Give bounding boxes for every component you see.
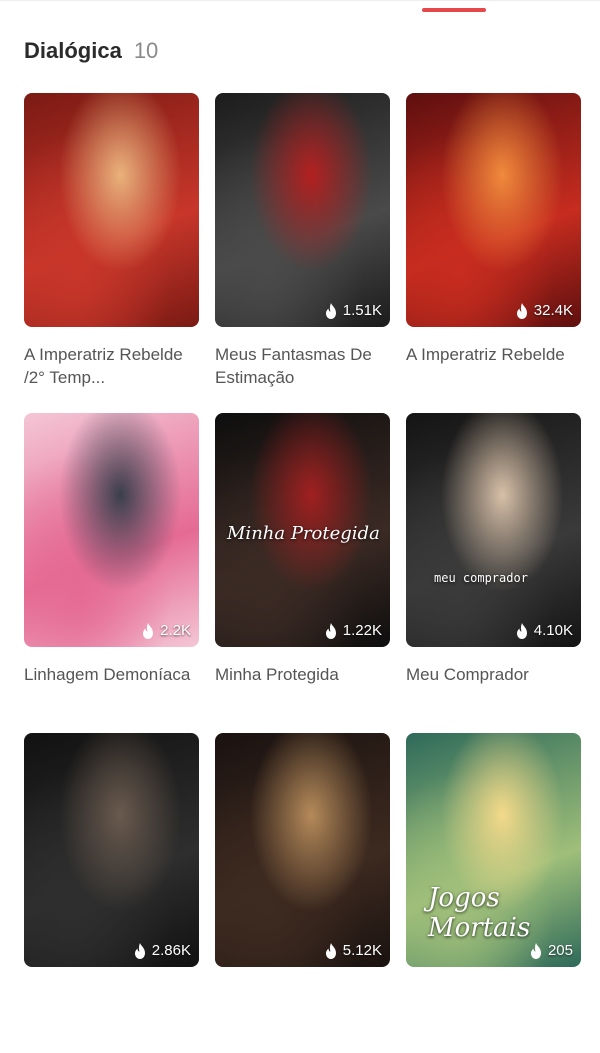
book-title[interactable]: Meu Comprador xyxy=(406,663,581,686)
book-cover[interactable]: 2.2K xyxy=(24,413,199,647)
cover-artwork xyxy=(24,93,199,327)
cover-caption: meu comprador xyxy=(434,571,528,585)
view-count-value: 4.10K xyxy=(533,622,573,639)
view-count-value: 205 xyxy=(547,942,573,959)
book-cover[interactable]: Minha Protegida 1.22K xyxy=(215,413,390,647)
book-title[interactable]: A Imperatriz Rebelde xyxy=(406,343,581,366)
book-card[interactable]: 5.12K xyxy=(215,733,390,1053)
top-divider xyxy=(0,0,600,1)
view-count-value: 2.2K xyxy=(160,622,191,639)
view-count: 5.12K xyxy=(324,942,382,959)
book-cover[interactable]: meu comprador 4.10K xyxy=(406,413,581,647)
book-card[interactable]: meu comprador 4.10K Meu Comprador xyxy=(406,413,581,733)
view-count: 1.51K xyxy=(324,302,382,319)
cover-artwork xyxy=(215,733,390,967)
flame-icon xyxy=(516,622,527,639)
flame-icon xyxy=(516,302,527,319)
book-cover[interactable]: 32.4K xyxy=(406,93,581,327)
cover-artwork xyxy=(406,413,581,647)
view-count-value: 1.51K xyxy=(342,302,382,319)
view-count-value: 2.86K xyxy=(151,942,191,959)
flame-icon xyxy=(143,622,154,639)
section-title: Dialógica xyxy=(24,38,122,63)
view-count: 2.2K xyxy=(141,622,191,639)
view-count-value: 1.22K xyxy=(342,622,382,639)
book-cover[interactable]: 2.86K xyxy=(24,733,199,967)
book-cover[interactable]: Jogos Mortais 205 xyxy=(406,733,581,967)
book-card[interactable]: 1.51K Meus Fantasmas De Estimação xyxy=(215,93,390,413)
book-card[interactable]: A Imperatriz Rebelde /2° Temp... xyxy=(24,93,199,413)
view-count: 32.4K xyxy=(515,302,573,319)
book-card[interactable]: Minha Protegida 1.22K Minha Protegida xyxy=(215,413,390,733)
book-title[interactable]: Meus Fantasmas De Estimação xyxy=(215,343,390,389)
section-header[interactable]: Dialógica 10 xyxy=(24,38,158,64)
cover-artwork xyxy=(215,93,390,327)
view-count: 2.86K xyxy=(133,942,191,959)
book-cover[interactable]: 1.51K xyxy=(215,93,390,327)
flame-icon xyxy=(325,942,336,959)
view-count-value: 32.4K xyxy=(533,302,573,319)
cover-caption: Jogos Mortais xyxy=(428,883,531,943)
book-cover[interactable]: 5.12K xyxy=(215,733,390,967)
book-cover[interactable] xyxy=(24,93,199,327)
view-count: 1.22K xyxy=(324,622,382,639)
flame-icon xyxy=(530,942,541,959)
cover-artwork xyxy=(406,93,581,327)
cover-artwork xyxy=(24,413,199,647)
book-card[interactable]: Jogos Mortais 205 xyxy=(406,733,581,1053)
book-grid: A Imperatriz Rebelde /2° Temp... 1.51K Meu… xyxy=(24,93,581,1053)
view-count: 4.10K xyxy=(515,622,573,639)
book-card[interactable]: 32.4K A Imperatriz Rebelde xyxy=(406,93,581,413)
book-title[interactable]: Minha Protegida xyxy=(215,663,390,686)
flame-icon xyxy=(325,622,336,639)
book-card[interactable]: 2.2K Linhagem Demoníaca xyxy=(24,413,199,733)
view-count: 205 xyxy=(529,942,573,959)
view-count-value: 5.12K xyxy=(342,942,382,959)
book-title[interactable]: Linhagem Demoníaca xyxy=(24,663,199,686)
book-title[interactable]: A Imperatriz Rebelde /2° Temp... xyxy=(24,343,199,389)
book-card[interactable]: 2.86K xyxy=(24,733,199,1053)
flame-icon xyxy=(325,302,336,319)
active-tab-indicator xyxy=(422,8,486,12)
section-count: 10 xyxy=(133,38,159,63)
cover-caption: Minha Protegida xyxy=(227,523,380,544)
cover-artwork xyxy=(24,733,199,967)
flame-icon xyxy=(134,942,145,959)
